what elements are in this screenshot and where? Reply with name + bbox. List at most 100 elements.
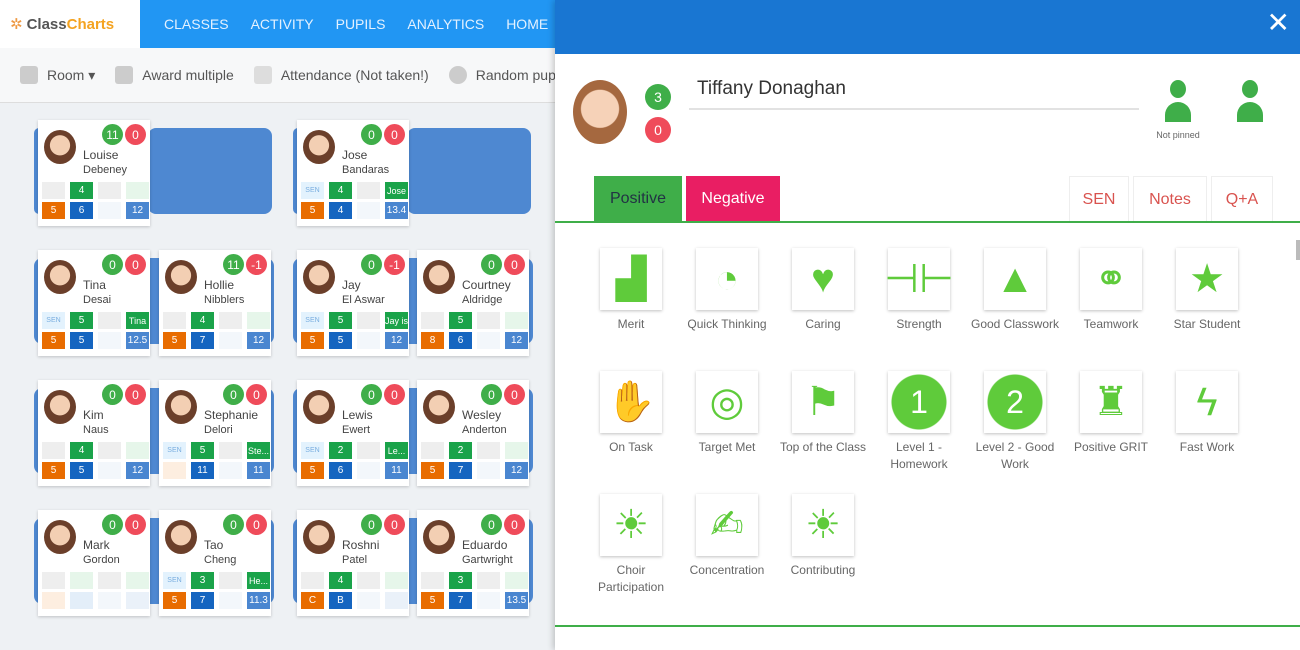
stat-cell bbox=[421, 312, 444, 329]
stat-cell bbox=[421, 442, 444, 459]
nav-pupils[interactable]: PUPILS bbox=[336, 16, 386, 32]
student-card[interactable]: 0 0 Roshni Patel 4 C B bbox=[297, 510, 409, 616]
behaviour-top-of-the-class[interactable]: ⚑ Top of the Class bbox=[775, 371, 871, 456]
heart-icon: ♥ bbox=[792, 248, 854, 310]
negative-points-badge: -1 bbox=[384, 254, 405, 275]
thumbs-up-icon: ✋ bbox=[600, 371, 662, 433]
behaviour-label: Fast Work bbox=[1179, 440, 1235, 454]
negative-points-badge: 0 bbox=[125, 124, 146, 145]
behaviour-label: Good Classwork bbox=[970, 317, 1060, 331]
stat-cell: 5 bbox=[42, 202, 65, 219]
student-card[interactable]: 0 0 Tina Desai SEN 5 Tina 5 5 12.5 bbox=[38, 250, 150, 356]
attendance-button[interactable]: Attendance (Not taken!) bbox=[253, 66, 429, 84]
behaviour-quick-thinking[interactable]: ◔ Quick Thinking bbox=[679, 248, 775, 333]
classcharts-logo[interactable]: ✲ Class Charts bbox=[0, 0, 140, 48]
scrollbar[interactable] bbox=[1296, 240, 1300, 260]
stat-cell bbox=[505, 312, 528, 329]
student-first-name: Jay bbox=[342, 278, 361, 292]
random-pupil-button[interactable]: Random pupil bbox=[448, 66, 555, 84]
room-icon bbox=[20, 66, 38, 84]
negative-points-badge: 0 bbox=[384, 124, 405, 145]
lightbulb-icon: ☀ bbox=[600, 494, 662, 556]
behaviour-on-task[interactable]: ✋ On Task bbox=[583, 371, 679, 456]
behaviour-choir-participation[interactable]: ☀ Choir Participation bbox=[583, 494, 679, 596]
tab-qa[interactable]: Q+A bbox=[1211, 176, 1273, 222]
behaviour-caring[interactable]: ♥ Caring bbox=[775, 248, 871, 333]
behaviour-label: Contributing bbox=[790, 563, 856, 577]
student-card[interactable]: 0 0 Wesley Anderton 2 5 7 12 bbox=[417, 380, 529, 486]
behaviour-label: Caring bbox=[805, 317, 841, 331]
student-first-name: Lewis bbox=[342, 408, 373, 422]
behaviour-merit[interactable]: ▟ Merit bbox=[583, 248, 679, 333]
student-avatar bbox=[423, 260, 455, 294]
award-multiple-checkbox[interactable]: Award multiple bbox=[115, 66, 234, 84]
stat-cell: 4 bbox=[191, 312, 214, 329]
student-card[interactable]: 0 0 Eduardo Gartwright 3 5 7 13.5 bbox=[417, 510, 529, 616]
student-avatar bbox=[303, 130, 335, 164]
tab-notes[interactable]: Notes bbox=[1133, 176, 1207, 222]
calendar-icon bbox=[253, 66, 272, 84]
student-card[interactable]: 0 0 Lewis Ewert SEN 2 Le... 5 6 11 bbox=[297, 380, 409, 486]
student-last-name: Bandaras bbox=[342, 164, 390, 176]
student-card[interactable]: 0 0 Tao Cheng SEN 3 He... 5 7 11.3 bbox=[159, 510, 271, 616]
stat-cell bbox=[126, 442, 149, 459]
negative-points-badge: 0 bbox=[504, 514, 525, 535]
student-card[interactable]: 0 0 Mark Gordon bbox=[38, 510, 150, 616]
users-group-icon bbox=[1237, 80, 1267, 126]
student-card[interactable]: 0 0 Courtney Aldridge 5 8 6 12 bbox=[417, 250, 529, 356]
behaviour-fast-work[interactable]: ϟ Fast Work bbox=[1159, 371, 1255, 456]
tab-sen[interactable]: SEN bbox=[1069, 176, 1129, 222]
stat-cell bbox=[98, 442, 121, 459]
student-avatar bbox=[165, 260, 197, 294]
student-card[interactable]: 0 0 Jose Bandaras SEN 4 Jose 5 4 13.4 bbox=[297, 120, 409, 226]
behaviour-good-classwork[interactable]: ▲ Good Classwork bbox=[967, 248, 1063, 333]
behaviour-positive-grit[interactable]: ♜ Positive GRIT bbox=[1063, 371, 1159, 456]
stat-cell bbox=[477, 312, 500, 329]
stat-cell bbox=[477, 332, 500, 349]
student-card[interactable]: 0 -1 Jay El Aswar SEN 5 Jay is 5 5 12 bbox=[297, 250, 409, 356]
stat-cell: 6 bbox=[329, 462, 352, 479]
positive-points-badge: 0 bbox=[223, 384, 244, 405]
student-first-name: Mark bbox=[83, 538, 110, 552]
student-card[interactable]: 0 0 Stephanie Delori SEN 5 Ste... 11 11 bbox=[159, 380, 271, 486]
behaviour-strength[interactable]: ⊣⊢ Strength bbox=[871, 248, 967, 333]
student-card[interactable]: 0 0 Kim Naus 4 5 5 12 bbox=[38, 380, 150, 486]
nav-home[interactable]: HOME bbox=[506, 16, 548, 32]
panel-header: ✕ bbox=[555, 0, 1300, 54]
tab-negative[interactable]: Negative bbox=[686, 176, 780, 222]
nav-analytics[interactable]: ANALYTICS bbox=[407, 16, 484, 32]
student-last-name: Gartwright bbox=[462, 554, 513, 566]
behaviour-target-met[interactable]: ◎ Target Met bbox=[679, 371, 775, 456]
tab-positive[interactable]: Positive bbox=[594, 176, 682, 222]
behaviour-concentration[interactable]: ✍ Concentration bbox=[679, 494, 775, 579]
pin-user-icon bbox=[1165, 80, 1191, 126]
nav-classes[interactable]: CLASSES bbox=[164, 16, 229, 32]
toolbar: Room ▾ Award multiple Attendance (Not ta… bbox=[0, 48, 555, 103]
stat-cell: 5 bbox=[42, 462, 65, 479]
behaviour-star-student[interactable]: ★ Star Student bbox=[1159, 248, 1255, 333]
logo-icon: ✲ bbox=[10, 16, 23, 33]
bar-chart-arrow-icon: ▟ bbox=[600, 248, 662, 310]
stat-cell bbox=[42, 442, 65, 459]
dumbbell-icon: ⊣⊢ bbox=[884, 248, 954, 310]
stat-cell bbox=[126, 592, 149, 609]
behaviour-level-1-homework[interactable]: 1 Level 1 - Homework bbox=[871, 371, 967, 473]
room-dropdown[interactable]: Room ▾ bbox=[20, 66, 95, 84]
close-icon[interactable]: ✕ bbox=[1267, 8, 1290, 38]
positive-points-badge: 3 bbox=[645, 84, 671, 110]
stat-cell: 5 bbox=[70, 312, 93, 329]
pin-button[interactable]: Not pinned bbox=[1153, 80, 1203, 140]
behaviour-teamwork[interactable]: ⚭ Teamwork bbox=[1063, 248, 1159, 333]
stat-cell: 7 bbox=[191, 592, 214, 609]
student-card[interactable]: 11 0 Louise Debeney 4 5 6 12 bbox=[38, 120, 150, 226]
student-card[interactable]: 11 -1 Hollie Nibblers 4 5 7 12 bbox=[159, 250, 271, 356]
student-first-name: Stephanie bbox=[204, 408, 259, 422]
behaviour-level-2-good-work[interactable]: 2 Level 2 - Good Work bbox=[967, 371, 1063, 473]
nav-activity[interactable]: ACTIVITY bbox=[251, 16, 314, 32]
behaviour-contributing[interactable]: ☀ Contributing bbox=[775, 494, 871, 579]
stat-cell: 5 bbox=[70, 332, 93, 349]
stat-cell bbox=[70, 572, 93, 589]
stat-cell: SEN bbox=[301, 182, 324, 199]
group-button[interactable] bbox=[1227, 80, 1277, 130]
positive-points-badge: 0 bbox=[361, 384, 382, 405]
